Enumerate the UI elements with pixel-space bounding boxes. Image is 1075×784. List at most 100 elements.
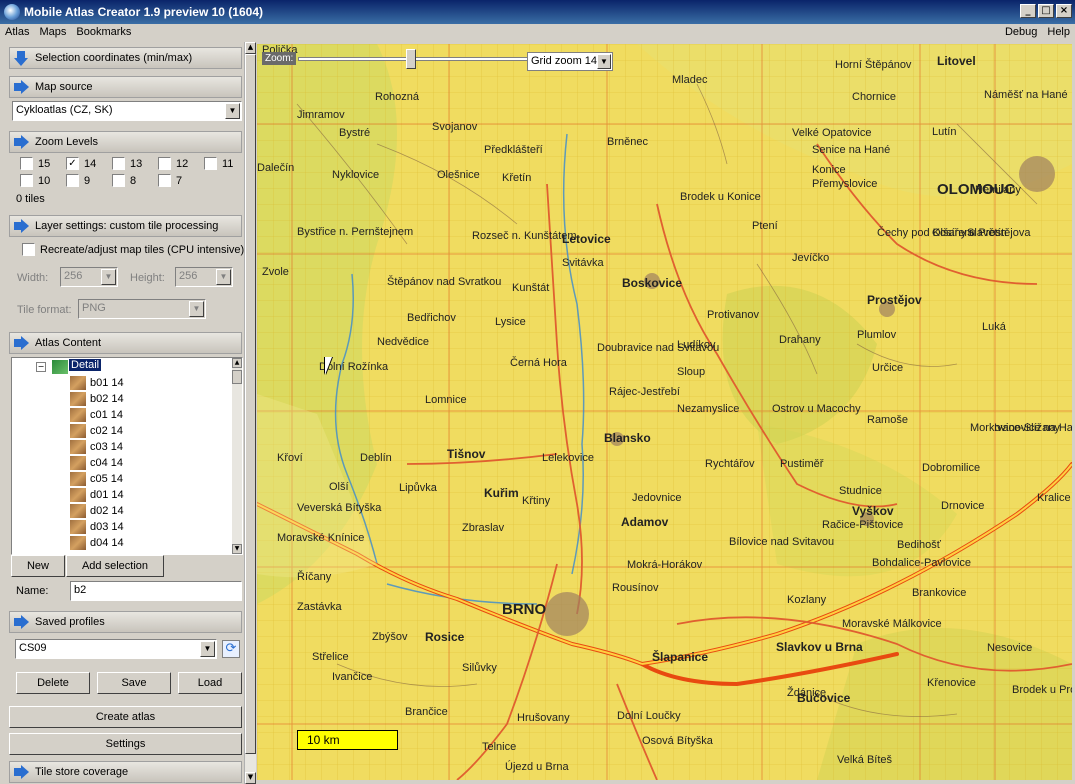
- zoom-checkbox-11[interactable]: 11: [204, 157, 233, 170]
- chevron-down-icon[interactable]: ▼: [225, 103, 240, 119]
- menu-atlas[interactable]: Atlas: [0, 24, 34, 42]
- map-place-label: Dobromilice: [922, 462, 981, 474]
- tree-scrollbar[interactable]: ▲ ▼: [232, 358, 242, 554]
- section-map-source[interactable]: Map source: [9, 76, 242, 98]
- zoom-label: 8: [130, 174, 137, 187]
- zoom-checkbox-7[interactable]: 7: [158, 174, 182, 187]
- close-button[interactable]: ×: [1056, 4, 1072, 18]
- map-source-select[interactable]: Cykloatlas (CZ, SK) ▼: [12, 101, 242, 121]
- map-place-label: Bílovice nad Svitavou: [729, 536, 835, 548]
- section-selection-coordinates[interactable]: Selection coordinates (min/max): [9, 47, 242, 69]
- new-button[interactable]: New: [11, 555, 65, 577]
- tree-item[interactable]: d04 14: [70, 535, 124, 551]
- panel-scrollbar[interactable]: ▲ ▼: [244, 42, 256, 784]
- grid-zoom-value: Grid zoom 14: [531, 55, 598, 67]
- tree-item[interactable]: c01 14: [70, 407, 123, 423]
- tree-item[interactable]: b01 14: [70, 375, 124, 391]
- zoom-label: Zoom:: [262, 52, 297, 65]
- tree-item[interactable]: c05 14: [70, 471, 123, 487]
- section-atlas-content[interactable]: Atlas Content: [9, 332, 242, 354]
- map-place-label: Nemilany: [975, 184, 1021, 196]
- tree-item[interactable]: c02 14: [70, 423, 123, 439]
- section-layer-settings[interactable]: Layer settings: custom tile processing: [9, 215, 242, 237]
- atlas-name-input[interactable]: b2: [70, 581, 242, 601]
- section-zoom-levels[interactable]: Zoom Levels: [9, 131, 242, 153]
- map-place-label: Telnice: [482, 741, 517, 753]
- map-place-label: Kozlany: [787, 594, 827, 606]
- tree-collapse-toggle[interactable]: −: [36, 362, 46, 372]
- menu-help[interactable]: Help: [1042, 24, 1075, 42]
- chevron-down-icon[interactable]: ▼: [200, 641, 215, 657]
- create-atlas-button[interactable]: Create atlas: [9, 706, 242, 728]
- tree-item[interactable]: b02 14: [70, 391, 124, 407]
- scroll-up-arrow-icon[interactable]: ▲: [232, 358, 242, 368]
- minimize-button[interactable]: _: [1020, 4, 1036, 18]
- zoom-slider[interactable]: [298, 48, 529, 69]
- map-tile-icon: [70, 488, 86, 502]
- window-title: Mobile Atlas Creator 1.9 preview 10 (160…: [24, 5, 263, 19]
- tree-item-label: b02 14: [90, 393, 124, 405]
- scroll-up-arrow-icon[interactable]: ▲: [245, 42, 256, 54]
- tile-format-select[interactable]: PNG ▼: [78, 299, 206, 319]
- map-canvas: [257, 44, 1072, 780]
- chevron-down-icon[interactable]: ▼: [597, 54, 611, 69]
- recreate-tiles-checkbox[interactable]: Recreate/adjust map tiles (CPU intensive…: [22, 243, 244, 256]
- settings-button[interactable]: Settings: [9, 733, 242, 755]
- map-place-label: Silůvky: [462, 662, 497, 674]
- zoom-label: 9: [84, 174, 91, 187]
- map-place-label: Nedvědice: [377, 336, 429, 348]
- tree-item[interactable]: d02 14: [70, 503, 124, 519]
- zoom-checkbox-14[interactable]: ✓ 14: [66, 157, 96, 170]
- add-selection-button[interactable]: Add selection: [66, 555, 164, 577]
- map-place-label: Bystřice n. Pernštejnem: [297, 226, 414, 238]
- profile-select[interactable]: CS09 ▼: [15, 639, 217, 659]
- map-city-label: BRNO: [502, 601, 547, 618]
- map-place-label: Brodek u Konice: [680, 191, 761, 203]
- zoom-checkbox-10[interactable]: 10: [20, 174, 50, 187]
- app-globe-icon: [4, 4, 20, 20]
- tree-item[interactable]: c04 14: [70, 455, 123, 471]
- delete-profile-button[interactable]: Delete: [16, 672, 90, 694]
- zoom-checkbox-15[interactable]: 15: [20, 157, 50, 170]
- tree-item[interactable]: c03 14: [70, 439, 123, 455]
- height-select[interactable]: 256 ▼: [175, 267, 233, 287]
- menu-maps[interactable]: Maps: [34, 24, 71, 42]
- maximize-button[interactable]: □: [1038, 4, 1054, 18]
- section-tile-store-coverage[interactable]: Tile store coverage: [9, 761, 242, 783]
- zoom-checkbox-12[interactable]: 12: [158, 157, 188, 170]
- tree-item[interactable]: d03 14: [70, 519, 124, 535]
- tree-item[interactable]: d01 14: [70, 487, 124, 503]
- zoom-checkbox-8[interactable]: 8: [112, 174, 136, 187]
- tree-scroll-thumb[interactable]: [232, 370, 242, 384]
- atlas-content-tree[interactable]: − Detail b01 14 b02 14 c01 14 c02 14 c03 14 c…: [11, 357, 243, 555]
- mouse-cursor-icon: [325, 357, 332, 375]
- zoom-control[interactable]: Zoom: 10: [262, 48, 550, 69]
- menu-bookmarks[interactable]: Bookmarks: [71, 24, 136, 42]
- tree-item-label: c05 14: [90, 473, 124, 485]
- map-place-label: Moravské Málkovice: [842, 618, 942, 630]
- zoom-label: 10: [38, 174, 51, 187]
- load-profile-button[interactable]: Load: [178, 672, 242, 694]
- scroll-down-arrow-icon[interactable]: ▼: [245, 772, 256, 784]
- map-view[interactable]: BRNO OLOMOUC Boskovice Letovice Blansko Prost…: [257, 44, 1072, 780]
- grid-zoom-select[interactable]: Grid zoom 14 ▼: [527, 52, 613, 71]
- zoom-checkbox-9[interactable]: 9: [66, 174, 90, 187]
- refresh-icon[interactable]: ⟳: [222, 640, 240, 658]
- menu-debug[interactable]: Debug: [1000, 24, 1042, 42]
- map-place-label: Plumlov: [857, 329, 897, 341]
- save-profile-button[interactable]: Save: [97, 672, 171, 694]
- zoom-checkbox-13[interactable]: 13: [112, 157, 142, 170]
- zoom-slider-thumb[interactable]: [406, 48, 417, 69]
- collapse-arrow-icon: [14, 219, 30, 233]
- map-town-label: Tišnov: [447, 447, 486, 461]
- width-select[interactable]: 256 ▼: [60, 267, 118, 287]
- map-place-label: Brněnec: [607, 136, 648, 148]
- tile-format-label: Tile format:: [17, 304, 72, 316]
- map-place-label: Nyklovice: [332, 169, 380, 181]
- map-place-label: Nezamyslice: [677, 403, 740, 415]
- tree-root-detail[interactable]: Detail: [69, 359, 102, 371]
- map-tile-icon: [70, 520, 86, 534]
- scroll-thumb[interactable]: [245, 54, 256, 754]
- scroll-down-arrow-icon[interactable]: ▼: [232, 544, 242, 554]
- section-saved-profiles[interactable]: Saved profiles: [9, 611, 242, 633]
